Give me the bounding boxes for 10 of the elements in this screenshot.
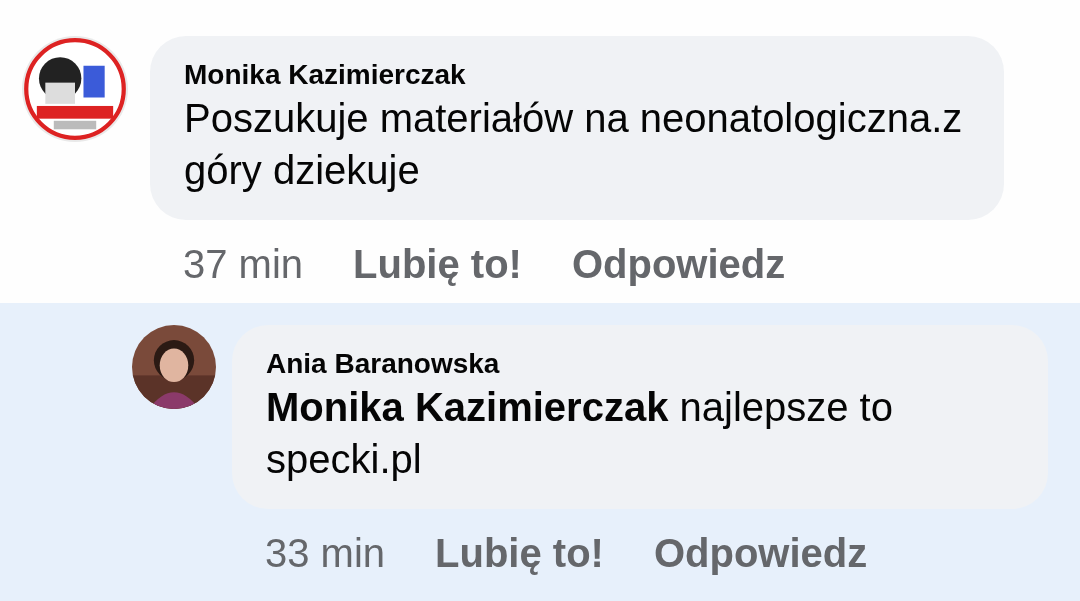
timestamp[interactable]: 37 min bbox=[183, 242, 304, 286]
author-name[interactable]: Monika Kazimierczak bbox=[184, 58, 466, 92]
author-name[interactable]: Ania Baranowska bbox=[266, 347, 500, 381]
like-button[interactable]: Lubię to! bbox=[435, 531, 604, 575]
like-button[interactable]: Lubię to! bbox=[353, 242, 522, 286]
reply-button[interactable]: Odpowiedz bbox=[571, 242, 786, 286]
timestamp[interactable]: 33 min bbox=[265, 531, 386, 575]
comment-text: Monika Kazimierczak najlepsze to specki.pl bbox=[266, 384, 894, 483]
reply-button[interactable]: Odpowiedz bbox=[653, 531, 868, 575]
comment-text: Poszukuje materiałów na neonatologiczna.z góry dziekuje bbox=[184, 95, 964, 194]
